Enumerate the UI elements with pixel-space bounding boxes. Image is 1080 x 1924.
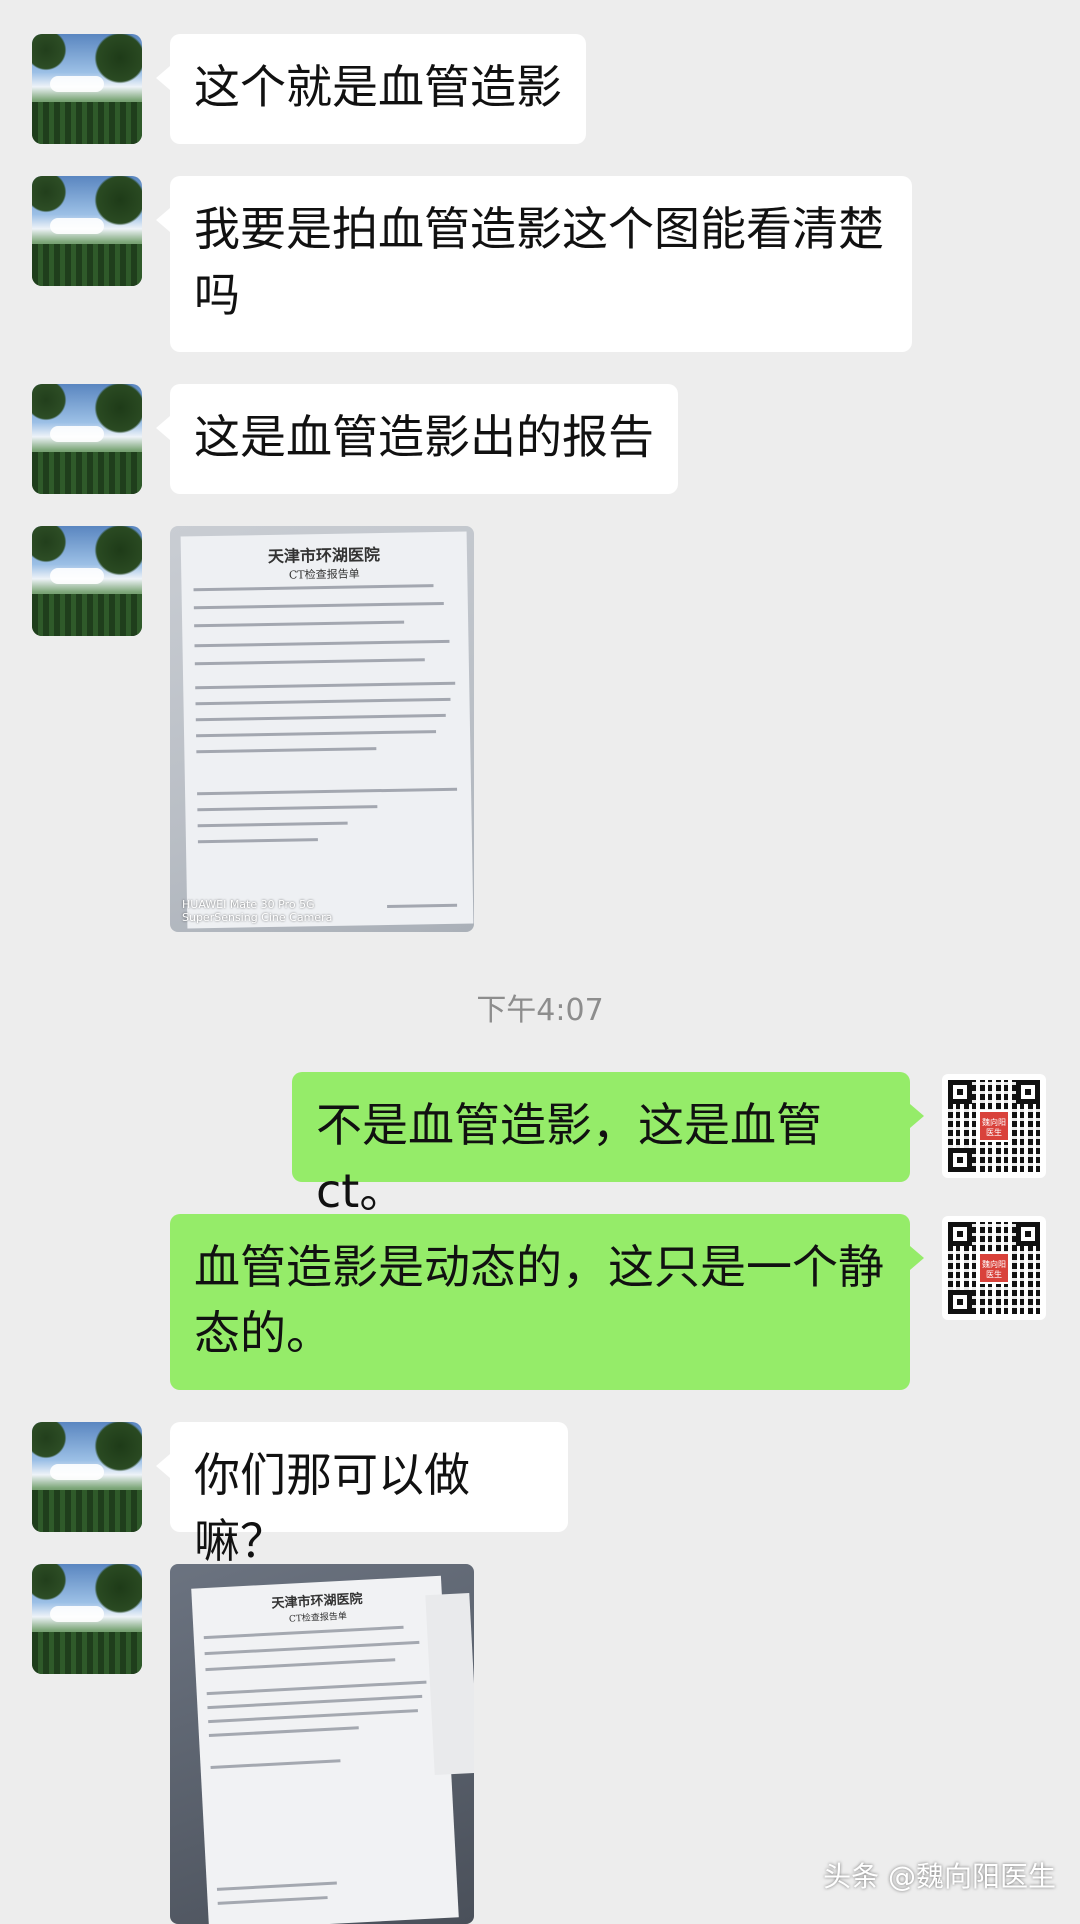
report-photo[interactable]: 天津市环湖医院 CT检查报告单 xyxy=(170,1564,474,1924)
report-document: 天津市环湖医院 CT检查报告单 xyxy=(180,531,474,929)
message-bubble[interactable]: 这是血管造影出的报告 xyxy=(156,384,678,494)
user-avatar-qr[interactable]: 魏向阳医生 xyxy=(942,1074,1046,1178)
contact-avatar[interactable] xyxy=(32,1564,142,1674)
message-bubble[interactable]: 你们那可以做嘛？ xyxy=(156,1422,568,1568)
contact-avatar[interactable] xyxy=(32,526,142,636)
message-text: 我要是拍血管造影这个图能看清楚吗 xyxy=(194,202,884,322)
message-bubble[interactable]: 我要是拍血管造影这个图能看清楚吗 xyxy=(156,176,912,352)
message-bubble[interactable]: 这个就是血管造影 xyxy=(156,34,586,144)
user-avatar-qr[interactable]: 魏向阳医生 xyxy=(942,1216,1046,1320)
source-watermark: 头条 @魏向阳医生 xyxy=(823,1860,1056,1893)
qr-center-label: 魏向阳医生 xyxy=(978,1110,1010,1142)
message-bubble[interactable]: 血管造影是动态的，这只是一个静态的。 xyxy=(170,1214,924,1390)
chat-timestamp: 下午4:07 xyxy=(476,993,604,1028)
message-bubble[interactable]: 不是血管造影，这是血管 ct。 xyxy=(292,1072,924,1218)
message-text: 不是血管造影，这是血管 ct。 xyxy=(316,1098,822,1218)
report-photo[interactable]: 天津市环湖医院 CT检查报告单 HUAWEI Mate 30 Pro 5G Su… xyxy=(170,526,474,932)
contact-avatar[interactable] xyxy=(32,176,142,286)
camera-watermark: HUAWEI Mate 30 Pro 5G SuperSensing Cine … xyxy=(182,898,333,924)
contact-avatar[interactable] xyxy=(32,384,142,494)
contact-avatar[interactable] xyxy=(32,1422,142,1532)
report-document: 天津市环湖医院 CT检查报告单 xyxy=(191,1575,459,1924)
message-text: 血管造影是动态的，这只是一个静态的。 xyxy=(194,1240,884,1360)
message-text: 这个就是血管造影 xyxy=(194,60,562,114)
contact-avatar[interactable] xyxy=(32,34,142,144)
message-text: 你们那可以做嘛？ xyxy=(194,1448,470,1568)
qr-center-label: 魏向阳医生 xyxy=(978,1252,1010,1284)
message-text: 这是血管造影出的报告 xyxy=(194,410,654,464)
